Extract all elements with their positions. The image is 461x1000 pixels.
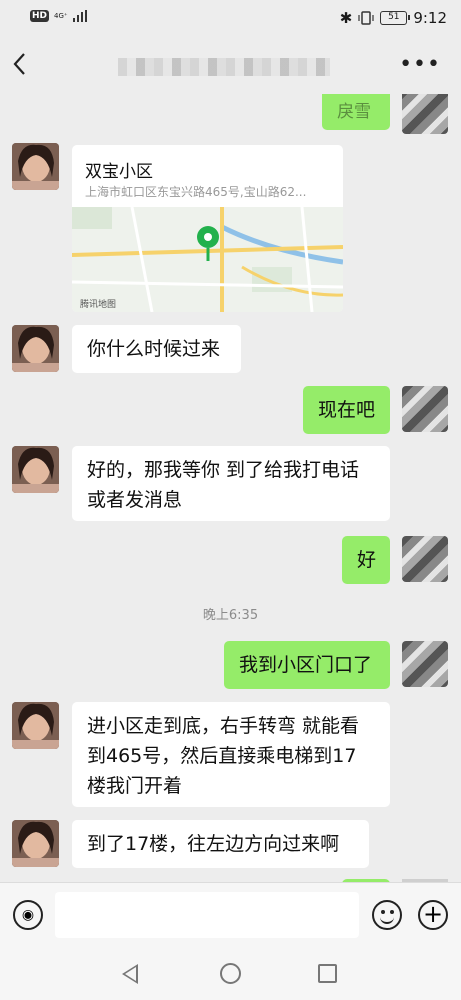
signal-icon: [72, 10, 87, 22]
battery-icon: 51: [380, 11, 411, 25]
timestamp-separator: 晚上6:35: [202, 608, 259, 623]
my-avatar[interactable]: [402, 94, 448, 134]
network-indicator: 4G⁺: [54, 11, 68, 20]
contact-avatar[interactable]: [12, 446, 59, 493]
bluetooth-icon: ✱: [339, 9, 353, 27]
chevron-left-icon: [13, 53, 25, 75]
clock: 9:12: [413, 9, 447, 27]
status-left: HD 4G⁺: [30, 10, 87, 22]
hd-badge: HD: [30, 10, 50, 22]
message-bubble-outgoing[interactable]: 我到小区门口了: [224, 641, 390, 689]
message-bubble-incoming[interactable]: 进小区走到底，右手转弯 就能看到465号，然后直接乘电梯到17楼我门开着: [72, 702, 390, 807]
location-card[interactable]: 双宝小区 上海市虹口区东宝兴路465号,宝山路62... 腾讯地图: [72, 145, 343, 312]
message-bubble-incoming[interactable]: 好的，那我等你 到了给我打电话或者发消息: [72, 446, 390, 521]
chat-area[interactable]: 戾雪 双宝小区 上海市虹口区东宝兴路465号,宝山路62... 腾讯地图 你什么…: [0, 94, 461, 882]
location-title: 双宝小区: [85, 162, 153, 182]
contact-name-obscured: [118, 58, 330, 76]
input-bar: ◉ +: [0, 882, 461, 948]
back-button[interactable]: [10, 50, 38, 80]
contact-avatar[interactable]: [12, 143, 59, 190]
message-input[interactable]: [55, 892, 359, 938]
message-bubble-incoming[interactable]: 到了17楼，往左边方向过来啊: [72, 820, 369, 868]
nav-recent-icon[interactable]: [318, 964, 337, 983]
contact-avatar[interactable]: [12, 702, 59, 749]
location-address: 上海市虹口区东宝兴路465号,宝山路62...: [85, 185, 307, 199]
emoji-button[interactable]: [372, 900, 402, 930]
nav-home-icon[interactable]: [220, 963, 241, 984]
voice-button[interactable]: ◉: [13, 900, 43, 930]
contact-avatar[interactable]: [12, 820, 59, 867]
message-bubble-outgoing[interactable]: 好: [342, 536, 390, 584]
vibrate-icon: [358, 11, 374, 25]
message-bubble-outgoing[interactable]: 现在吧: [303, 386, 390, 434]
voice-icon: ◉: [21, 907, 35, 923]
message-bubble-incoming[interactable]: 你什么时候过来: [72, 325, 241, 373]
plus-button[interactable]: +: [418, 900, 448, 930]
my-avatar[interactable]: [402, 641, 448, 687]
status-bar: HD 4G⁺ ✱ 51 9:12: [0, 0, 461, 38]
my-avatar[interactable]: [402, 386, 448, 432]
my-avatar[interactable]: [402, 536, 448, 582]
more-icon: •••: [399, 52, 441, 77]
more-button[interactable]: •••: [399, 52, 441, 77]
message-bubble-outgoing[interactable]: 戾雪: [322, 94, 390, 130]
nav-back-icon[interactable]: [122, 964, 138, 984]
map-source: 腾讯地图: [80, 300, 117, 310]
contact-avatar[interactable]: [12, 325, 59, 372]
system-navigation: [0, 948, 461, 1000]
chat-header: •••: [0, 38, 461, 94]
map-thumbnail: 腾讯地图: [72, 206, 343, 312]
plus-icon: +: [422, 900, 444, 928]
status-right: ✱ 51 9:12: [340, 9, 447, 27]
